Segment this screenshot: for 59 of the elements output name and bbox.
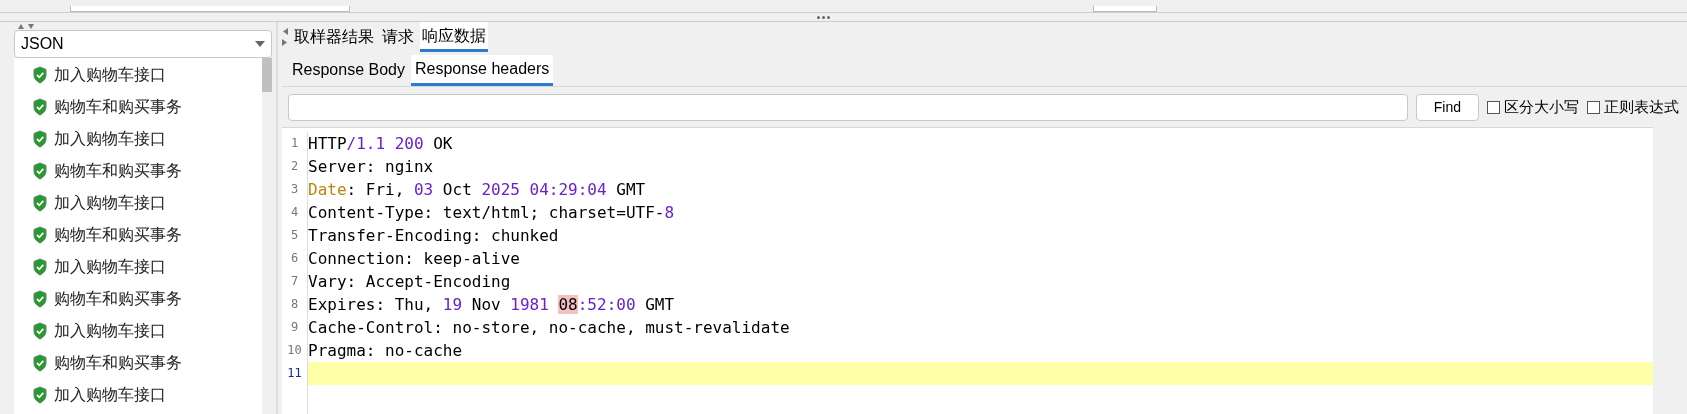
code-line: Connection: keep-alive — [308, 249, 520, 268]
line-number: 10 — [287, 342, 302, 359]
line-number: 3 — [290, 181, 299, 198]
success-shield-icon — [32, 194, 48, 212]
renderer-dropdown[interactable]: JSON — [14, 30, 272, 58]
code-line: Expires: Thu, 19 Nov 1981 08:52:00 GMT — [308, 295, 675, 314]
response-tab[interactable]: Response Body — [288, 54, 409, 86]
line-number: 8 — [290, 296, 299, 313]
result-tree-item[interactable]: 加入购物车接口 — [32, 379, 262, 411]
success-shield-icon — [32, 162, 48, 180]
line-number: 11 — [287, 365, 302, 382]
checkbox-label: 区分大小写 — [1504, 96, 1579, 117]
code-line: Cache-Control: no-store, no-cache, must-revalidate — [308, 318, 790, 337]
code-line: Pragma: no-cache — [308, 341, 463, 360]
code-line: Vary: Accept-Encoding — [308, 272, 511, 291]
success-shield-icon — [32, 258, 48, 276]
splitter-handle-icon[interactable] — [817, 15, 830, 19]
line-number: 9 — [290, 319, 299, 336]
code-line: Content-Type: text/html; charset=UTF-8 — [308, 203, 675, 222]
result-tree-item[interactable]: 购物车和购买事务 — [32, 219, 262, 251]
checkbox[interactable] — [1487, 100, 1500, 114]
response-tab[interactable]: Response headers — [410, 54, 554, 86]
result-tree-item[interactable]: 购物车和购买事务 — [32, 91, 262, 123]
dropdown-caret-icon — [255, 41, 265, 47]
success-shield-icon — [32, 226, 48, 244]
success-shield-icon — [32, 354, 48, 372]
code-line: Date: Fri, 03 Oct 2025 04:29:04 GMT — [308, 180, 646, 199]
success-shield-icon — [32, 98, 48, 116]
line-number: 7 — [290, 273, 299, 290]
code-line: Server: nginx — [308, 157, 434, 176]
result-tree-item[interactable]: 加入购物车接口 — [32, 59, 262, 91]
find-button[interactable]: Find — [1415, 93, 1479, 121]
success-shield-icon — [32, 290, 48, 308]
checkbox-label: 正则表达式 — [1604, 96, 1679, 117]
success-shield-icon — [32, 66, 48, 84]
result-tree-item[interactable]: 购物车和购买事务 — [32, 155, 262, 187]
line-number: 2 — [290, 158, 299, 175]
result-tree-item[interactable]: 加入购物车接口 — [32, 187, 262, 219]
line-number: 1 — [290, 135, 299, 152]
success-shield-icon — [32, 130, 48, 148]
result-tree-item[interactable]: 购物车和购买事务 — [32, 347, 262, 379]
line-number: 5 — [290, 227, 299, 244]
result-tree-item[interactable]: 加入购物车接口 — [32, 315, 262, 347]
success-shield-icon — [32, 322, 48, 340]
result-tab[interactable]: 取样器结果 — [292, 22, 376, 52]
checkbox[interactable] — [1587, 100, 1600, 114]
result-tab[interactable]: 响应数据 — [420, 22, 488, 52]
result-tree-item[interactable]: 加入购物车接口 — [32, 123, 262, 155]
scrollbar[interactable] — [262, 58, 272, 414]
result-tab[interactable]: 请求 — [380, 22, 416, 52]
result-tree-item[interactable]: 购物车和购买事务 — [32, 283, 262, 315]
success-shield-icon — [32, 386, 48, 404]
code-line: Transfer-Encoding: chunked — [308, 226, 559, 245]
line-number: 4 — [290, 204, 299, 221]
code-line: HTTP/1.1 200 OK — [308, 134, 453, 153]
result-tree-item[interactable]: 加入购物车接口 — [32, 251, 262, 283]
expand-arrows-icon[interactable] — [282, 27, 288, 47]
line-number: 6 — [290, 250, 299, 267]
search-field[interactable] — [288, 93, 1408, 121]
